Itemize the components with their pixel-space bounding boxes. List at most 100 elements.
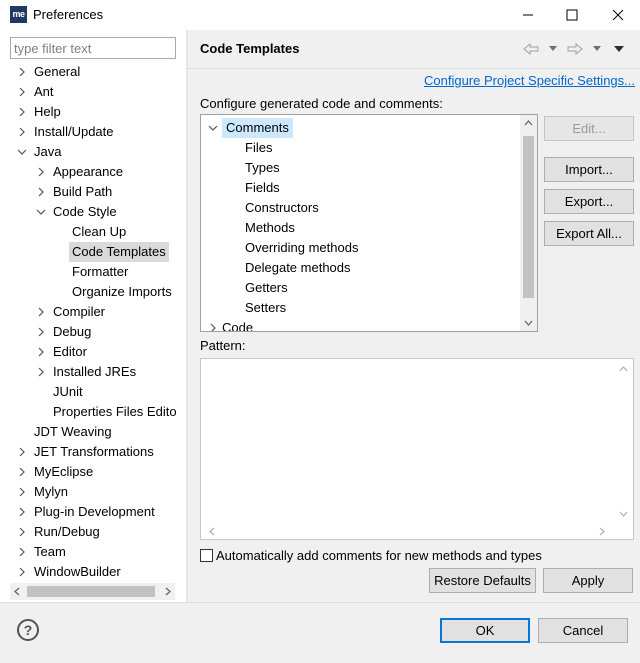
chevron-down-icon[interactable] (17, 147, 27, 157)
auto-comments-option[interactable]: Automatically add comments for new metho… (200, 546, 542, 564)
scroll-down-icon[interactable] (523, 317, 534, 328)
template-item[interactable]: Files (245, 138, 272, 158)
export-all-button[interactable]: Export All... (544, 221, 634, 246)
forward-menu-button[interactable] (586, 40, 608, 58)
tree-item[interactable]: Code Style (10, 202, 186, 222)
close-icon (612, 9, 623, 21)
tree-item[interactable]: Properties Files Edito (10, 402, 186, 422)
auto-comments-checkbox[interactable] (200, 548, 213, 562)
tree-item[interactable]: Build Path (10, 182, 186, 202)
scroll-left-icon[interactable] (207, 526, 218, 537)
tree-item[interactable]: Plug-in Development (10, 502, 186, 522)
scroll-down-icon[interactable] (618, 508, 629, 519)
template-item[interactable]: Comments (222, 118, 293, 138)
template-item[interactable]: Setters (245, 298, 286, 318)
tree-item[interactable]: Editor (10, 342, 186, 362)
tree-item[interactable]: Clean Up (10, 222, 186, 242)
chevron-right-icon[interactable] (208, 323, 218, 332)
tree-item[interactable]: Ant (10, 82, 186, 102)
filter-input[interactable] (10, 37, 176, 59)
tree-item[interactable]: Organize Imports (10, 282, 186, 302)
template-item[interactable]: Getters (245, 278, 288, 298)
tree-item[interactable]: Mylyn (10, 482, 186, 502)
chevron-right-icon[interactable] (17, 107, 27, 117)
tree-item-label: Code Style (53, 204, 117, 219)
tree-item-label: Run/Debug (34, 524, 100, 539)
template-item[interactable]: Code (222, 318, 253, 331)
tree-item[interactable]: JUnit (10, 382, 186, 402)
tree-item[interactable]: Team (10, 542, 186, 562)
chevron-down-icon[interactable] (36, 207, 46, 217)
tree-item[interactable]: General (10, 62, 186, 82)
page-title: Code Templates (200, 41, 300, 56)
chevron-right-icon[interactable] (17, 467, 27, 477)
template-item[interactable]: Fields (245, 178, 280, 198)
scroll-left-icon[interactable] (12, 586, 23, 597)
chevron-right-icon[interactable] (17, 127, 27, 137)
scrollbar-thumb[interactable] (27, 586, 155, 597)
back-button[interactable] (520, 40, 542, 58)
tree-item[interactable]: Code Templates (10, 242, 186, 262)
tree-item[interactable]: Java (10, 142, 186, 162)
help-icon[interactable]: ? (17, 619, 39, 641)
template-item[interactable]: Delegate methods (245, 258, 351, 278)
forward-button[interactable] (564, 40, 586, 58)
template-item[interactable]: Types (245, 158, 280, 178)
import-button[interactable]: Import... (544, 157, 634, 182)
chevron-right-icon[interactable] (17, 447, 27, 457)
template-item[interactable]: Constructors (245, 198, 319, 218)
tree-item[interactable]: Compiler (10, 302, 186, 322)
view-menu-button[interactable] (608, 40, 630, 58)
chevron-right-icon[interactable] (36, 187, 46, 197)
restore-defaults-button[interactable]: Restore Defaults (429, 568, 536, 593)
edit-button[interactable]: Edit... (544, 116, 634, 141)
tree-item[interactable]: Appearance (10, 162, 186, 182)
template-item[interactable]: Overriding methods (245, 238, 358, 258)
scroll-right-icon[interactable] (162, 586, 173, 597)
tree-item[interactable]: Installed JREs (10, 362, 186, 382)
chevron-right-icon[interactable] (17, 567, 27, 577)
tree-item[interactable]: WindowBuilder (10, 562, 186, 582)
template-item[interactable]: Methods (245, 218, 295, 238)
export-button[interactable]: Export... (544, 189, 634, 214)
project-settings-link[interactable]: Configure Project Specific Settings... (424, 73, 635, 88)
chevron-right-icon[interactable] (17, 547, 27, 557)
tree-item-label: Mylyn (34, 484, 68, 499)
template-tree-scrollbar[interactable] (520, 115, 537, 331)
scroll-up-icon[interactable] (523, 118, 534, 129)
chevron-right-icon[interactable] (17, 527, 27, 537)
chevron-right-icon[interactable] (36, 367, 46, 377)
tree-item[interactable]: JET Transformations (10, 442, 186, 462)
tree-item[interactable]: JDT Weaving (10, 422, 186, 442)
chevron-right-icon[interactable] (17, 67, 27, 77)
tree-item[interactable]: MyEclipse (10, 462, 186, 482)
tree-item[interactable]: Formatter (10, 262, 186, 282)
scrollbar-thumb[interactable] (523, 136, 534, 298)
chevron-right-icon[interactable] (17, 487, 27, 497)
tree-item[interactable]: Debug (10, 322, 186, 342)
tree-item[interactable]: Run/Debug (10, 522, 186, 542)
tree-item[interactable]: Install/Update (10, 122, 186, 142)
tree-item[interactable]: Help (10, 102, 186, 122)
back-menu-button[interactable] (542, 40, 564, 58)
apply-button[interactable]: Apply (543, 568, 633, 593)
chevron-right-icon[interactable] (17, 507, 27, 517)
scroll-up-icon[interactable] (618, 364, 629, 375)
pattern-editor[interactable] (200, 358, 634, 540)
dialog-button-bar: ? OK Cancel (0, 602, 640, 663)
chevron-right-icon[interactable] (36, 347, 46, 357)
chevron-right-icon[interactable] (36, 167, 46, 177)
cancel-button[interactable]: Cancel (538, 618, 628, 643)
chevron-down-icon[interactable] (208, 123, 218, 133)
scroll-right-icon[interactable] (596, 526, 607, 537)
template-tree[interactable]: Comments Files Types Fields Constructors Meth… (200, 114, 538, 332)
maximize-button[interactable] (549, 0, 594, 30)
close-button[interactable] (595, 0, 640, 30)
ok-button[interactable]: OK (440, 618, 530, 643)
minimize-button[interactable] (505, 0, 550, 30)
tree-item-label: Editor (53, 344, 87, 359)
chevron-right-icon[interactable] (17, 87, 27, 97)
nav-horizontal-scrollbar[interactable] (10, 583, 175, 600)
chevron-right-icon[interactable] (36, 307, 46, 317)
chevron-right-icon[interactable] (36, 327, 46, 337)
